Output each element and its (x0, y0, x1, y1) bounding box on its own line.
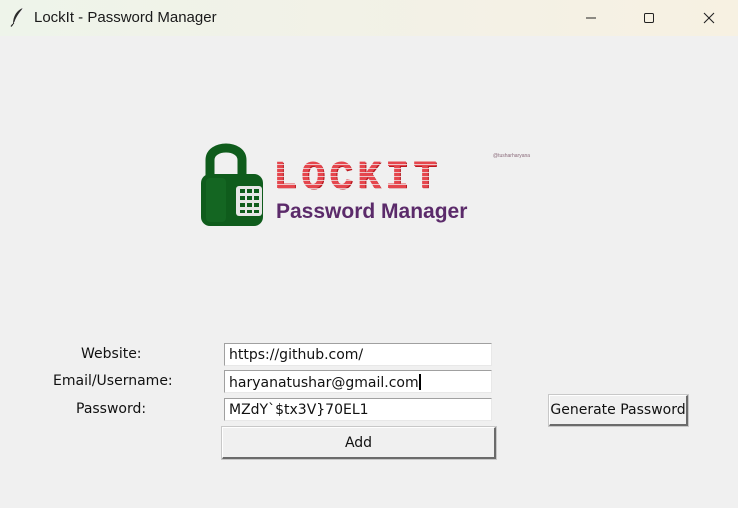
password-input-value: MZdY`$tx3V}70EL1 (229, 402, 369, 418)
website-input-value: https://github.com/ (229, 347, 364, 363)
title-bar: LockIt - Password Manager (0, 0, 738, 36)
minimize-button[interactable] (568, 0, 614, 36)
close-icon (703, 12, 715, 24)
maximize-icon (644, 13, 654, 23)
website-input[interactable]: https://github.com/ (224, 343, 492, 366)
text-cursor (418, 374, 421, 390)
window-title: LockIt - Password Manager (34, 9, 217, 26)
generate-password-button[interactable]: Generate Password (548, 394, 689, 427)
password-input[interactable]: MZdY`$tx3V}70EL1 (224, 398, 492, 421)
feather-icon (9, 7, 27, 27)
logo-wordmark: LOCKIT (273, 156, 442, 201)
email-input-value: haryanatushar@gmail.com (229, 375, 419, 391)
website-label: Website: (81, 346, 142, 362)
close-button[interactable] (686, 0, 732, 36)
logo-subtitle: Password Manager (276, 200, 468, 223)
lockit-logo: LOCKIT @tusharharyana Password Manager (196, 136, 546, 236)
minimize-icon (586, 17, 596, 19)
add-button[interactable]: Add (221, 426, 497, 460)
email-label: Email/Username: (53, 373, 173, 389)
padlock-icon (201, 143, 263, 226)
logo-credit: @tusharharyana (493, 153, 531, 159)
email-input[interactable]: haryanatushar@gmail.com (224, 370, 492, 393)
maximize-button[interactable] (626, 0, 672, 36)
password-label: Password: (76, 401, 147, 417)
